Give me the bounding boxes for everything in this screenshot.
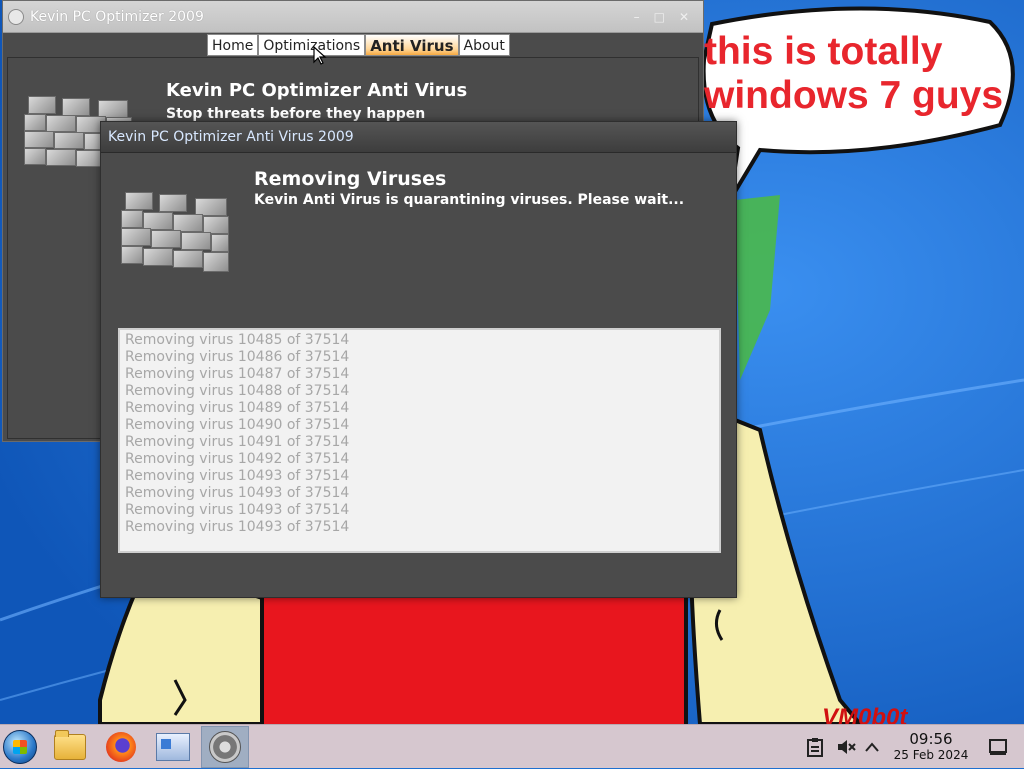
tab-anti-virus[interactable]: Anti Virus bbox=[365, 34, 459, 56]
log-line: Removing virus 10490 of 37514 bbox=[125, 417, 350, 433]
start-button[interactable] bbox=[2, 729, 38, 765]
tab-about[interactable]: About bbox=[458, 34, 510, 56]
log-line: Removing virus 10493 of 37514 bbox=[125, 485, 350, 501]
clipboard-button[interactable] bbox=[806, 725, 824, 769]
log-line: Removing virus 10488 of 37514 bbox=[125, 383, 350, 399]
main-heading: Kevin PC Optimizer Anti Virus bbox=[166, 80, 468, 101]
firefox-button[interactable] bbox=[103, 729, 139, 765]
close-button[interactable]: ✕ bbox=[679, 10, 689, 24]
kevin-optimizer-icon bbox=[209, 731, 241, 763]
volume-muted-icon bbox=[838, 740, 856, 754]
log-line: Removing virus 10493 of 37514 bbox=[125, 502, 350, 518]
dialog-title: Kevin PC Optimizer Anti Virus 2009 bbox=[108, 129, 354, 145]
tab-bar: Home Optimizations Anti Virus About bbox=[207, 34, 510, 56]
clock-time: 09:56 bbox=[909, 730, 953, 748]
start-orb-icon bbox=[3, 730, 37, 764]
show-hidden-icons-button[interactable] bbox=[864, 725, 880, 769]
dialog-subheading: Kevin Anti Virus is quarantining viruses… bbox=[254, 192, 685, 208]
show-desktop-icon bbox=[989, 739, 1007, 755]
taskbar: 09:56 25 Feb 2024 bbox=[0, 724, 1024, 768]
volume-button[interactable] bbox=[836, 725, 856, 769]
removing-viruses-dialog: Kevin PC Optimizer Anti Virus 2009 Remov… bbox=[100, 121, 737, 598]
dialog-titlebar[interactable]: Kevin PC Optimizer Anti Virus 2009 bbox=[101, 122, 736, 153]
kevin-optimizer-taskbar-button[interactable] bbox=[201, 726, 249, 768]
app-icon bbox=[8, 8, 24, 25]
minimize-button[interactable]: – bbox=[634, 10, 640, 24]
main-subheading: Stop threats before they happen bbox=[166, 106, 426, 122]
speech-bubble-line-1: this is totally bbox=[704, 30, 943, 73]
log-line: Removing virus 10491 of 37514 bbox=[125, 434, 350, 450]
main-window-title: Kevin PC Optimizer 2009 bbox=[30, 8, 204, 25]
firefox-icon bbox=[106, 732, 136, 762]
log-line: Removing virus 10492 of 37514 bbox=[125, 451, 350, 467]
firewall-icon bbox=[121, 192, 231, 276]
clock[interactable]: 09:56 25 Feb 2024 bbox=[888, 730, 974, 763]
speech-bubble-line-2: windows 7 guys bbox=[704, 74, 1004, 117]
system-settings-icon bbox=[156, 733, 190, 761]
clipboard-icon bbox=[807, 738, 823, 757]
main-window-titlebar[interactable]: Kevin PC Optimizer 2009 – □ ✕ bbox=[3, 1, 703, 33]
system-settings-button[interactable] bbox=[155, 729, 191, 765]
chevron-up-icon bbox=[865, 742, 879, 752]
log-line: Removing virus 10487 of 37514 bbox=[125, 366, 350, 382]
log-line: Removing virus 10489 of 37514 bbox=[125, 400, 350, 416]
file-manager-icon bbox=[54, 730, 86, 760]
tab-optimizations[interactable]: Optimizations bbox=[258, 34, 366, 56]
mouse-cursor-icon bbox=[313, 46, 327, 65]
speech-bubble-text: this is totally windows 7 guys bbox=[704, 30, 1003, 118]
log-line: Removing virus 10485 of 37514 bbox=[125, 332, 350, 348]
maximize-button[interactable]: □ bbox=[654, 10, 665, 24]
log-line: Removing virus 10486 of 37514 bbox=[125, 349, 350, 365]
dialog-heading: Removing Viruses bbox=[254, 168, 447, 190]
tab-home[interactable]: Home bbox=[207, 34, 259, 56]
log-line: Removing virus 10493 of 37514 bbox=[125, 468, 350, 484]
virus-removal-log[interactable]: Removing virus 10485 of 37514 Removing v… bbox=[118, 328, 721, 553]
log-line: Removing virus 10493 of 37514 bbox=[125, 519, 350, 535]
clock-date: 25 Feb 2024 bbox=[893, 748, 969, 762]
file-manager-button[interactable] bbox=[52, 729, 88, 765]
show-desktop-button[interactable] bbox=[988, 725, 1008, 769]
